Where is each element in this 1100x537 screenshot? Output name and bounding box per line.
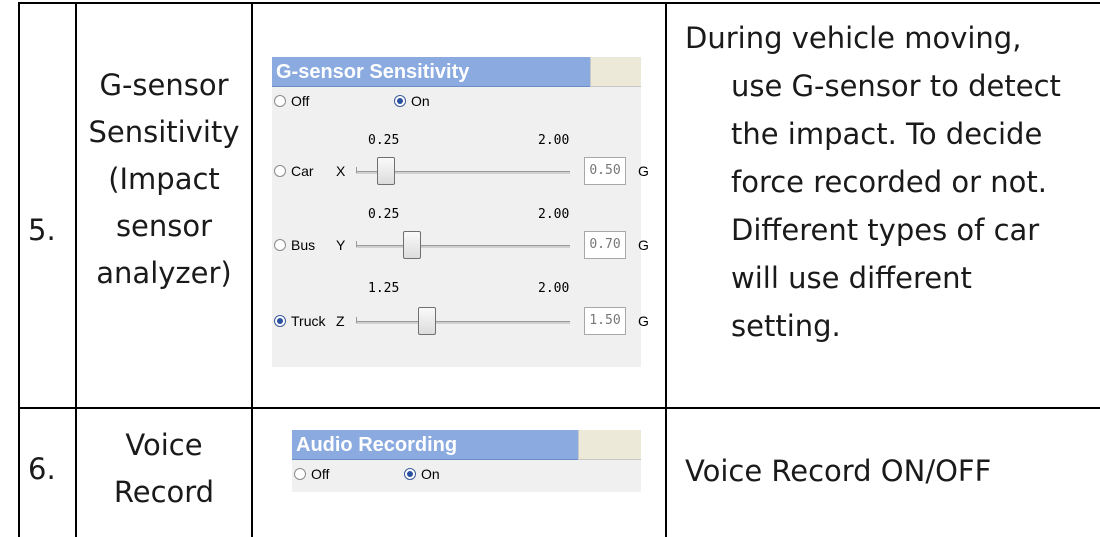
- unit-label: G: [638, 163, 649, 179]
- slider-tick: [356, 317, 357, 323]
- slider-max-label: 2.00: [538, 207, 570, 222]
- radio-label: Off: [291, 93, 310, 109]
- description-line: use G-sensor to detect: [731, 69, 1061, 103]
- radio-icon: [274, 95, 286, 107]
- truck-slider-track[interactable]: [356, 321, 570, 324]
- table-border-left: [18, 2, 20, 537]
- bus-slider-track[interactable]: [356, 245, 570, 248]
- row-number: 6.: [28, 452, 56, 486]
- car-slider-thumb[interactable]: [376, 157, 395, 185]
- radio-label: Truck: [291, 313, 326, 329]
- slider-tick: [356, 167, 357, 173]
- description-line: will use different: [731, 261, 972, 295]
- radio-selected-icon: [394, 95, 406, 107]
- mode-on-radio[interactable]: On: [394, 93, 430, 109]
- radio-selected-icon: [274, 315, 286, 327]
- radio-label: On: [421, 466, 440, 482]
- row-number: 5.: [28, 213, 56, 247]
- setting-name-line: sensor: [115, 209, 213, 243]
- setting-name: G-sensor Sensitivity (Impact sensor anal…: [77, 62, 251, 297]
- radio-label: On: [411, 93, 430, 109]
- audio-recording-panel: Audio Recording Off On: [292, 430, 641, 492]
- description-line: force recorded or not.: [731, 165, 1047, 199]
- mode-off-radio[interactable]: Off: [274, 93, 309, 109]
- description-line: the impact. To decide: [731, 117, 1043, 151]
- g-sensor-panel: G-sensor Sensitivity Off On 0.25 2.00 Ca…: [272, 57, 649, 367]
- car-radio[interactable]: Car: [274, 163, 314, 179]
- truck-value-field[interactable]: 1.50: [584, 307, 626, 335]
- bus-radio[interactable]: Bus: [274, 237, 315, 253]
- table-divider-row: [18, 407, 1100, 409]
- setting-description: During vehicle moving, use G-sensor to d…: [685, 14, 1100, 350]
- slider-tick: [356, 241, 357, 247]
- description-line: During vehicle moving,: [685, 21, 1022, 55]
- description-line: setting.: [731, 309, 841, 343]
- radio-icon: [274, 239, 286, 251]
- slider-min-label: 0.25: [368, 207, 400, 222]
- description-line: Different types of car: [731, 213, 1040, 247]
- axis-label: Z: [336, 313, 345, 329]
- unit-label: G: [638, 313, 649, 329]
- table-divider-col3: [665, 2, 667, 537]
- table-border-top: [18, 2, 1100, 4]
- radio-label: Car: [291, 163, 314, 179]
- axis-label: Y: [336, 237, 346, 253]
- radio-icon: [294, 468, 306, 480]
- radio-label: Off: [311, 466, 330, 482]
- setting-name-line: Record: [113, 475, 215, 509]
- panel-title-box: [590, 57, 641, 87]
- setting-name: Voice Record: [77, 422, 251, 516]
- setting-name-line: analyzer): [96, 256, 232, 290]
- slider-max-label: 2.00: [538, 133, 570, 148]
- setting-name-line: Voice: [125, 428, 203, 462]
- panel-title: Audio Recording: [292, 430, 578, 460]
- slider-max-label: 2.00: [538, 281, 570, 296]
- truck-slider-thumb[interactable]: [417, 307, 436, 335]
- audio-on-radio[interactable]: On: [404, 466, 440, 482]
- description-line: Voice Record ON/OFF: [685, 454, 992, 488]
- table-divider-col2: [251, 2, 253, 537]
- setting-name-line: G-sensor: [99, 68, 229, 102]
- setting-description: Voice Record ON/OFF: [685, 448, 1095, 495]
- bus-slider-thumb[interactable]: [402, 231, 421, 259]
- car-value-field[interactable]: 0.50: [584, 157, 626, 185]
- radio-icon: [274, 165, 286, 177]
- unit-label: G: [638, 237, 649, 253]
- panel-title-box: [578, 430, 641, 460]
- bus-value-field[interactable]: 0.70: [584, 231, 626, 259]
- panel-title: G-sensor Sensitivity: [272, 57, 590, 87]
- truck-radio[interactable]: Truck: [274, 313, 325, 329]
- slider-min-label: 1.25: [368, 281, 400, 296]
- audio-off-radio[interactable]: Off: [294, 466, 329, 482]
- axis-label: X: [336, 163, 346, 179]
- radio-label: Bus: [291, 237, 316, 253]
- setting-name-line: Sensitivity: [88, 115, 240, 149]
- radio-selected-icon: [404, 468, 416, 480]
- setting-name-line: (Impact: [108, 162, 220, 196]
- slider-min-label: 0.25: [368, 133, 400, 148]
